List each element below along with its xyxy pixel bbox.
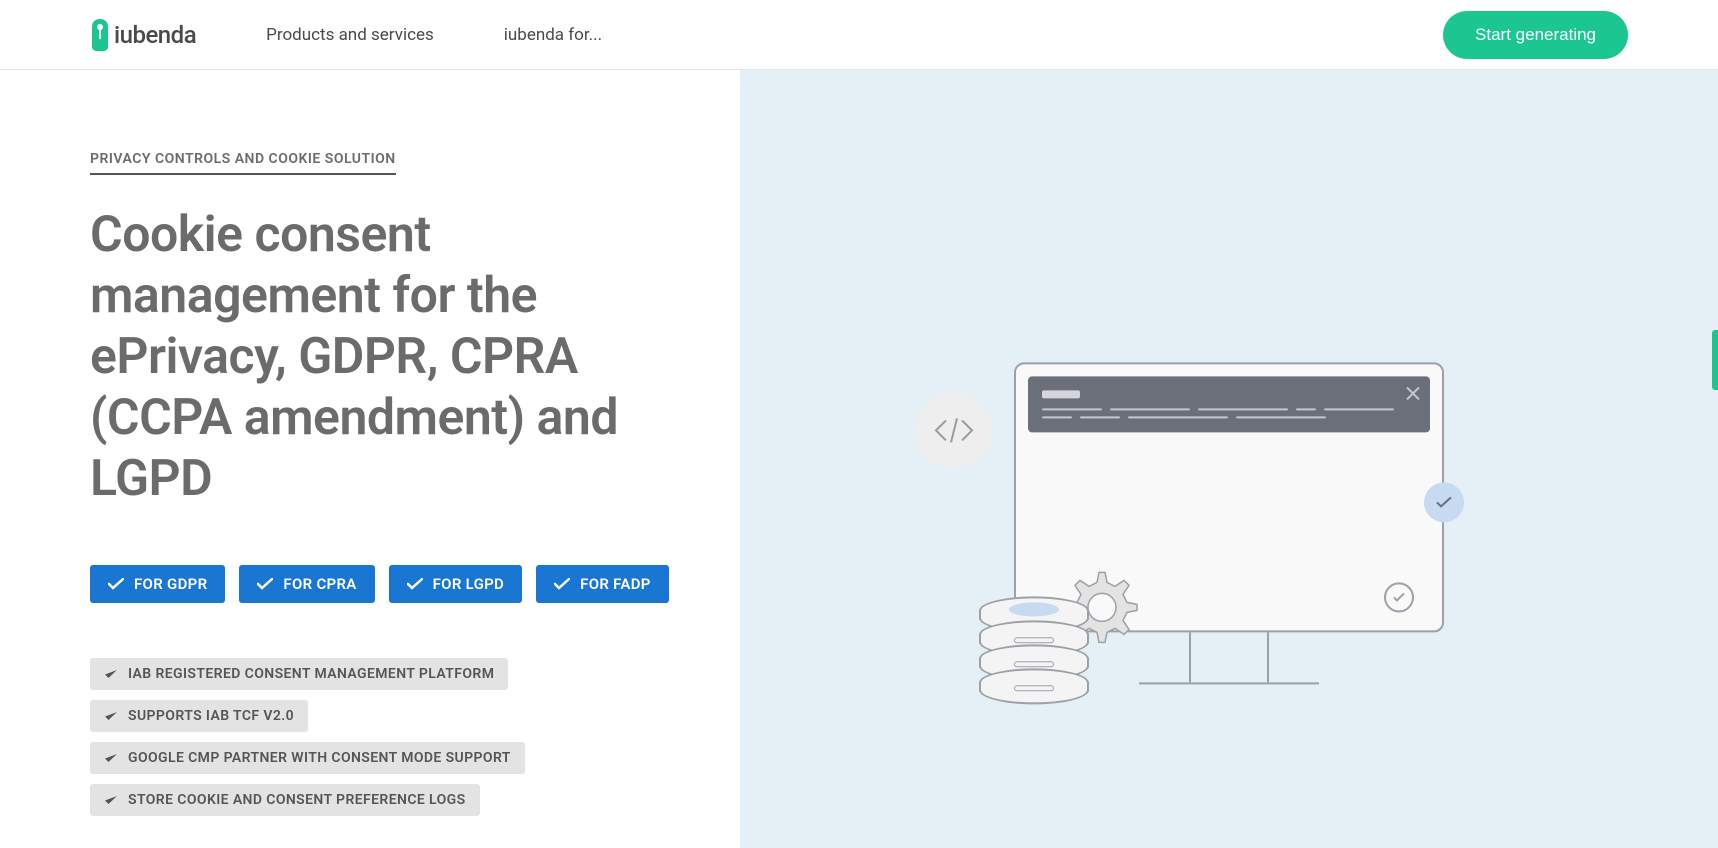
hero-text-column: PRIVACY CONTROLS AND COOKIE SOLUTION Coo… [0, 70, 740, 848]
feature-label: STORE COOKIE AND CONSENT PREFERENCE LOGS [128, 792, 466, 808]
check-icon [104, 795, 118, 806]
nav-iubenda-for[interactable]: iubenda for... [504, 25, 602, 45]
feature-store-logs: STORE COOKIE AND CONSENT PREFERENCE LOGS [90, 784, 480, 816]
feature-label: GOOGLE CMP PARTNER WITH CONSENT MODE SUP… [128, 750, 511, 766]
eyebrow-label: PRIVACY CONTROLS AND COOKIE SOLUTION [90, 151, 396, 175]
main-content: PRIVACY CONTROLS AND COOKIE SOLUTION Coo… [0, 70, 1718, 848]
brand-logo[interactable]: iubenda [90, 19, 196, 51]
feature-google-cmp: GOOGLE CMP PARTNER WITH CONSENT MODE SUP… [90, 742, 525, 774]
feature-label: SUPPORTS IAB TCF V2.0 [128, 708, 294, 724]
nav-products[interactable]: Products and services [266, 25, 434, 45]
badge-label: FOR CPRA [283, 575, 356, 593]
feature-label: IAB REGISTERED CONSENT MANAGEMENT PLATFO… [128, 666, 494, 682]
check-icon [257, 578, 273, 590]
check-icon [407, 578, 423, 590]
database-icon [979, 608, 1089, 704]
feature-iab-registered: IAB REGISTERED CONSENT MANAGEMENT PLATFO… [90, 658, 508, 690]
regulation-badges: FOR GDPR FOR CPRA FOR LGPD FOR FADP [90, 565, 680, 603]
start-generating-button[interactable]: Start generating [1443, 11, 1628, 59]
badge-lgpd: FOR LGPD [389, 565, 523, 603]
check-circle-icon [1384, 582, 1414, 612]
badge-label: FOR GDPR [134, 575, 207, 593]
monitor-graphic [1014, 362, 1444, 684]
cookie-banner-graphic [1028, 376, 1430, 432]
keyhole-icon [90, 19, 110, 51]
feature-list: IAB REGISTERED CONSENT MANAGEMENT PLATFO… [90, 658, 680, 816]
feedback-tab[interactable] [1712, 330, 1718, 390]
product-illustration [1014, 362, 1444, 684]
site-header: iubenda Products and services iubenda fo… [0, 0, 1718, 70]
check-icon [108, 578, 124, 590]
database-gear-graphic [979, 564, 1139, 704]
hero-illustration-column [740, 70, 1718, 848]
page-title: Cookie consent management for the ePriva… [90, 205, 680, 510]
check-icon [554, 578, 570, 590]
check-icon [104, 711, 118, 722]
feature-iab-tcf: SUPPORTS IAB TCF V2.0 [90, 700, 308, 732]
code-icon [916, 392, 992, 468]
badge-label: FOR LGPD [433, 575, 505, 593]
badge-gdpr: FOR GDPR [90, 565, 225, 603]
brand-name: iubenda [114, 21, 196, 49]
main-nav: Products and services iubenda for... [266, 25, 602, 45]
check-icon [104, 753, 118, 764]
check-circle-accent-icon [1424, 482, 1464, 522]
check-icon [104, 669, 118, 680]
close-icon [1406, 386, 1420, 400]
badge-fadp: FOR FADP [536, 565, 669, 603]
badge-label: FOR FADP [580, 575, 651, 593]
badge-cpra: FOR CPRA [239, 565, 374, 603]
